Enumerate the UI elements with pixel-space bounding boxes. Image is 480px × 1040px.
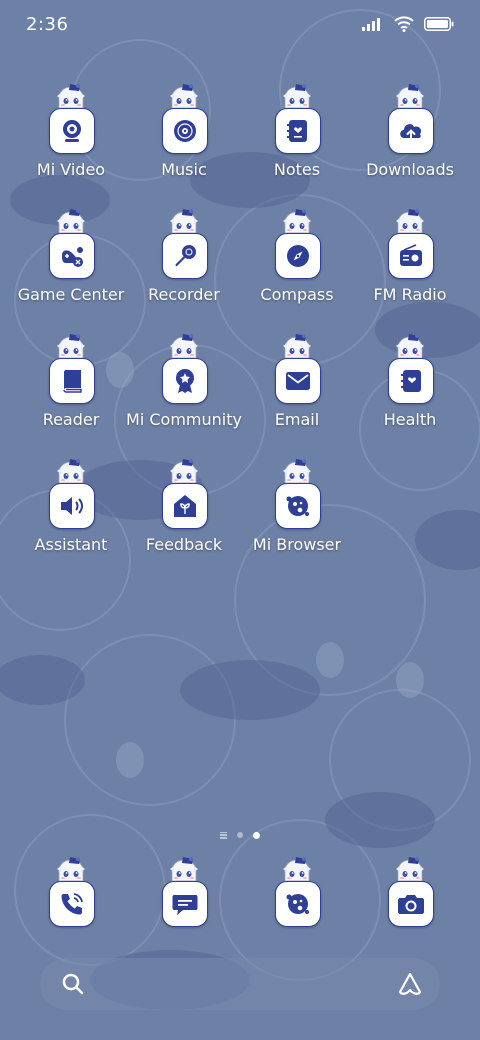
app-label: Notes	[273, 160, 321, 179]
camera-icon	[398, 895, 424, 914]
page-indicator[interactable]	[0, 829, 480, 841]
search-icon[interactable]	[60, 971, 86, 997]
app-tile[interactable]	[49, 881, 95, 927]
phone-icon	[61, 893, 83, 915]
app-tile[interactable]	[49, 483, 95, 529]
page-dot[interactable]	[237, 832, 243, 838]
search-bar[interactable]	[40, 958, 440, 1010]
clock: 2:36	[26, 14, 69, 35]
app-tile[interactable]	[162, 358, 208, 404]
page-dot-active[interactable]	[253, 831, 260, 839]
app-tile[interactable]	[275, 358, 321, 404]
app-label: FM Radio	[373, 285, 447, 304]
notebook-heart-icon	[287, 120, 307, 142]
app-label: Downloads	[366, 160, 454, 179]
app-label: Reader	[42, 410, 100, 429]
microphone-icon	[175, 245, 196, 267]
app-tile[interactable]	[388, 881, 434, 927]
app-label: Game Center	[17, 285, 125, 304]
compass-icon	[287, 245, 309, 267]
app-tile[interactable]	[162, 233, 208, 279]
planet-icon	[286, 496, 309, 516]
signal-icon	[362, 18, 380, 31]
app-tile[interactable]	[162, 483, 208, 529]
message-icon	[172, 895, 198, 915]
app-tile[interactable]	[162, 108, 208, 154]
app-tile[interactable]	[388, 358, 434, 404]
app-tile[interactable]	[49, 233, 95, 279]
app-tile[interactable]	[275, 108, 321, 154]
app-tile[interactable]	[388, 233, 434, 279]
house-leaf-icon	[174, 495, 196, 517]
gamepad-icon	[62, 247, 83, 267]
webcam-icon	[63, 120, 81, 142]
app-label: Mi Video	[36, 160, 106, 179]
app-label: Health	[383, 410, 437, 429]
badge-icon	[176, 369, 194, 393]
book-icon	[63, 370, 82, 393]
planet-icon	[286, 894, 309, 914]
app-label: Mi Browser	[252, 535, 342, 554]
app-tile[interactable]	[162, 881, 208, 927]
app-tile[interactable]	[49, 358, 95, 404]
app-label: Recorder	[148, 285, 220, 304]
envelope-icon	[286, 372, 310, 390]
app-label: Mi Community	[126, 410, 242, 429]
app-label: Compass	[260, 285, 334, 304]
app-tile[interactable]	[49, 108, 95, 154]
vinyl-record-icon	[174, 120, 196, 142]
app-tile[interactable]	[275, 483, 321, 529]
health-book-icon	[401, 370, 421, 392]
app-tile[interactable]	[275, 233, 321, 279]
page-indicator-list[interactable]	[220, 831, 227, 839]
radio-icon	[400, 244, 422, 266]
app-tile[interactable]	[275, 881, 321, 927]
app-label: Email	[274, 410, 320, 429]
battery-icon	[424, 17, 454, 31]
speaker-icon	[61, 497, 83, 515]
status-bar: 2:36	[0, 0, 480, 50]
app-label: Assistant	[34, 535, 108, 554]
wifi-icon	[394, 16, 414, 32]
app-label: Music	[161, 160, 207, 179]
assistant-icon[interactable]	[396, 970, 424, 998]
app-tile[interactable]	[388, 108, 434, 154]
cloud-upload-icon	[400, 124, 422, 140]
app-label: Feedback	[145, 535, 223, 554]
